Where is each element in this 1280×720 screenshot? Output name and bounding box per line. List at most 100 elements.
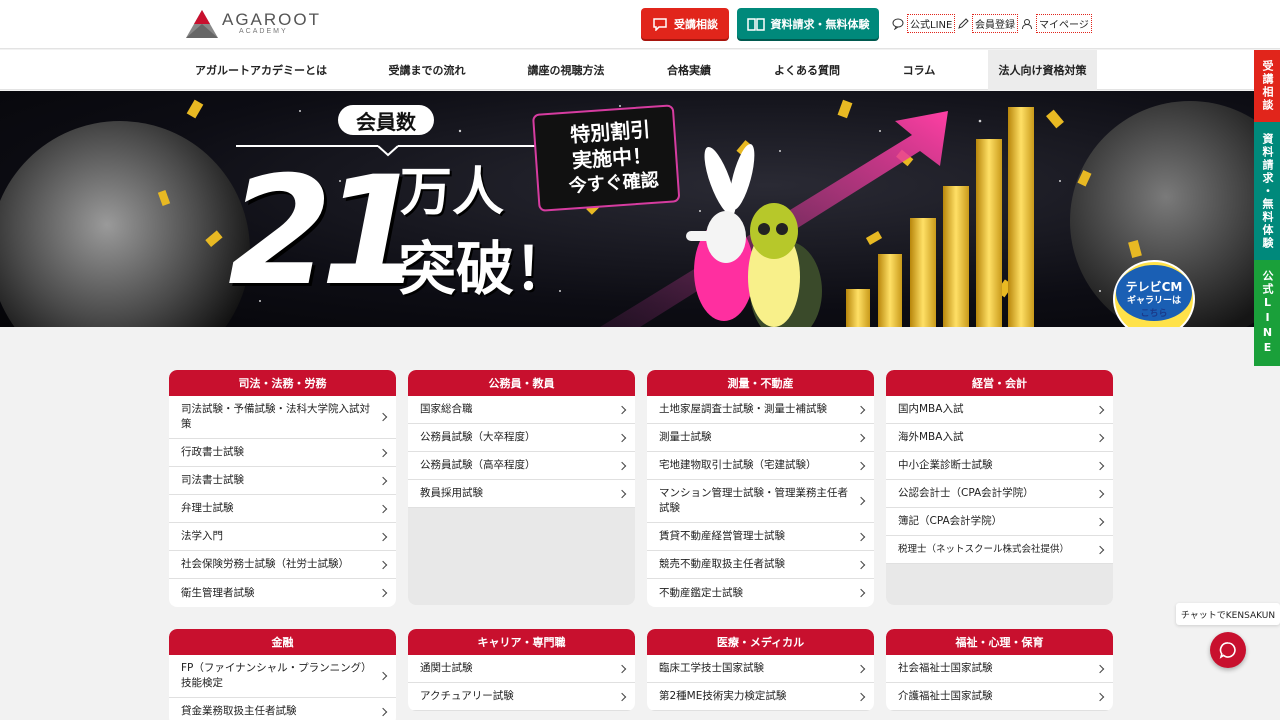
category-card-finance: 金融 FP（ファイナンシャル・プランニング）技能検定 貸金業務取扱主任者試験 <box>169 629 396 720</box>
line-link[interactable]: 公式LINE <box>892 14 956 33</box>
chevron-right-icon <box>1095 664 1105 673</box>
chevron-right-icon <box>378 560 388 569</box>
line-chat-icon <box>892 18 904 30</box>
list-item[interactable]: 測量士試験 <box>647 424 874 452</box>
promo-box[interactable]: 特別割引 実施中！ 今すぐ確認 <box>543 107 681 210</box>
category-card-real-estate: 測量・不動産 土地家屋調査士試験・測量士補試験 測量士試験 宅地建物取引士試験（… <box>647 370 874 607</box>
consult-button[interactable]: 受講相談 <box>641 8 729 39</box>
logo-subtext: ACADEMY <box>239 28 288 35</box>
chevron-right-icon <box>378 412 388 422</box>
chat-button[interactable] <box>1210 632 1246 668</box>
nav-column[interactable]: コラム <box>886 50 952 90</box>
nav-corporate[interactable]: 法人向け資格対策 <box>988 50 1097 90</box>
list-item[interactable]: 第2種ME技術実力検定試験 <box>647 683 874 711</box>
list-item[interactable]: 海外MBA入試 <box>886 424 1113 452</box>
list-item[interactable]: FP（ファイナンシャル・プランニング）技能検定 <box>169 655 396 698</box>
list-item[interactable]: 臨床工学技士国家試験 <box>647 655 874 683</box>
chevron-right-icon <box>856 664 866 673</box>
category-title: 医療・メディカル <box>647 629 874 655</box>
list-item[interactable]: 衛生管理者試験 <box>169 579 396 607</box>
list-item[interactable]: 弁理士試験 <box>169 495 396 523</box>
nav-about[interactable]: アガルートアカデミーとは <box>183 50 339 90</box>
chevron-right-icon <box>1095 692 1105 701</box>
list-item[interactable]: 公務員試験（大卒程度） <box>408 424 635 452</box>
list-item[interactable]: 税理士（ネットスクール株式会社提供） <box>886 536 1113 564</box>
chevron-right-icon <box>1095 545 1105 554</box>
list-item[interactable]: 土地家屋調査士試験・測量士補試験 <box>647 396 874 424</box>
list-item[interactable]: 賃貸不動産経営管理士試験 <box>647 523 874 551</box>
docs-request-button[interactable]: 資料請求・無料体験 <box>737 8 879 39</box>
list-item[interactable]: 社会保険労務士試験（社労士試験） <box>169 551 396 579</box>
list-item[interactable]: 司法試験・予備試験・法科大学院入試対策 <box>169 396 396 439</box>
chat-label[interactable]: チャットでKENSAKUN <box>1176 603 1280 625</box>
breakthrough-text: 突破！ <box>398 235 573 303</box>
tvcm-gallery-link[interactable]: テレビCM ギャラリーは こちら <box>1116 271 1192 327</box>
category-title: 測量・不動産 <box>647 370 874 396</box>
nav-faq[interactable]: よくある質問 <box>756 50 858 90</box>
category-card-medical: 医療・メディカル 臨床工学技士国家試験 第2種ME技術実力検定試験 <box>647 629 874 711</box>
chevron-right-icon <box>378 448 388 457</box>
side-tab-consult[interactable]: 受講相談 <box>1254 50 1280 122</box>
list-item[interactable]: 貸金業務取扱主任者試験 <box>169 698 396 720</box>
user-icon <box>1022 18 1032 29</box>
chevron-right-icon <box>856 692 866 701</box>
list-item[interactable]: 中小企業診断士試験 <box>886 452 1113 480</box>
nav-results[interactable]: 合格実績 <box>650 50 728 90</box>
list-item[interactable]: 公認会計士（CPA会計学院） <box>886 480 1113 508</box>
list-item[interactable]: 行政書士試験 <box>169 439 396 467</box>
chevron-right-icon <box>378 707 388 716</box>
chevron-right-icon <box>378 588 388 598</box>
category-card-law: 司法・法務・労務 司法試験・予備試験・法科大学院入試対策 行政書士試験 司法書士… <box>169 370 396 607</box>
hero-banner[interactable]: 会員数 21 万人 突破！ 特別割引 実施中！ 今すぐ確認 テレビCM ギャラリ… <box>0 91 1280 327</box>
list-item[interactable]: 法学入門 <box>169 523 396 551</box>
site-header: AGAROOT ACADEMY 受講相談 資料請求・無料体験 公式LINE 会員… <box>0 0 1280 49</box>
list-item[interactable]: 司法書士試験 <box>169 467 396 495</box>
list-item[interactable]: アクチュアリー試験 <box>408 683 635 711</box>
agaroot-logo[interactable]: AGAROOT ACADEMY <box>184 6 319 42</box>
register-link-label: 会員登録 <box>972 14 1018 33</box>
unit-text: 万人 <box>400 163 505 223</box>
list-item[interactable]: 国家総合職 <box>408 396 635 424</box>
list-item[interactable]: マンション管理士試験・管理業務主任者試験 <box>647 480 874 523</box>
category-title: キャリア・専門職 <box>408 629 635 655</box>
chevron-right-icon <box>856 588 866 598</box>
promo-line-3: 今すぐ確認 <box>568 169 660 198</box>
tvcm-line-2: ギャラリーは <box>1126 295 1181 306</box>
category-title: 福祉・心理・保育 <box>886 629 1113 655</box>
list-item[interactable]: 公務員試験（高卒程度） <box>408 452 635 480</box>
mascot-characters <box>686 144 822 327</box>
members-label: 会員数 <box>356 109 416 134</box>
chevron-right-icon <box>378 532 388 541</box>
side-tab-line[interactable]: 公式LINE <box>1254 260 1280 366</box>
chevron-right-icon <box>856 461 866 470</box>
list-item[interactable]: 通関士試験 <box>408 655 635 683</box>
list-item[interactable]: 宅地建物取引士試験（宅建試験） <box>647 452 874 480</box>
register-link[interactable]: 会員登録 <box>957 14 1018 33</box>
chevron-right-icon <box>856 532 866 541</box>
category-title: 司法・法務・労務 <box>169 370 396 396</box>
list-item[interactable]: 競売不動産取扱主任者試験 <box>647 551 874 579</box>
pencil-icon <box>958 17 969 29</box>
list-item[interactable]: 教員採用試験 <box>408 480 635 508</box>
side-tab-docs[interactable]: 資料請求・無料体験 <box>1254 122 1280 260</box>
list-item[interactable]: 社会福祉士国家試験 <box>886 655 1113 683</box>
chevron-right-icon <box>1095 489 1105 498</box>
list-item[interactable]: 介護福祉士国家試験 <box>886 683 1113 711</box>
chevron-right-icon <box>1095 405 1105 414</box>
chat-bubble-icon <box>653 17 667 31</box>
category-card-civil-service: 公務員・教員 国家総合職 公務員試験（大卒程度） 公務員試験（高卒程度） 教員採… <box>408 370 635 605</box>
docs-request-label: 資料請求・無料体験 <box>770 17 870 31</box>
mypage-link[interactable]: マイページ <box>1021 14 1092 33</box>
list-item[interactable]: 簿記（CPA会計学院） <box>886 508 1113 536</box>
category-card-welfare: 福祉・心理・保育 社会福祉士国家試験 介護福祉士国家試験 <box>886 629 1113 711</box>
logo-text: AGAROOT <box>222 10 322 29</box>
chevron-right-icon <box>617 664 627 673</box>
category-title: 金融 <box>169 629 396 655</box>
nav-viewing[interactable]: 講座の視聴方法 <box>512 50 620 90</box>
list-item[interactable]: 不動産鑑定士試験 <box>647 579 874 607</box>
chevron-right-icon <box>617 433 627 442</box>
nav-flow[interactable]: 受講までの流れ <box>370 50 484 90</box>
mypage-link-label: マイページ <box>1036 14 1092 33</box>
chevron-right-icon <box>856 496 866 506</box>
list-item[interactable]: 国内MBA入試 <box>886 396 1113 424</box>
